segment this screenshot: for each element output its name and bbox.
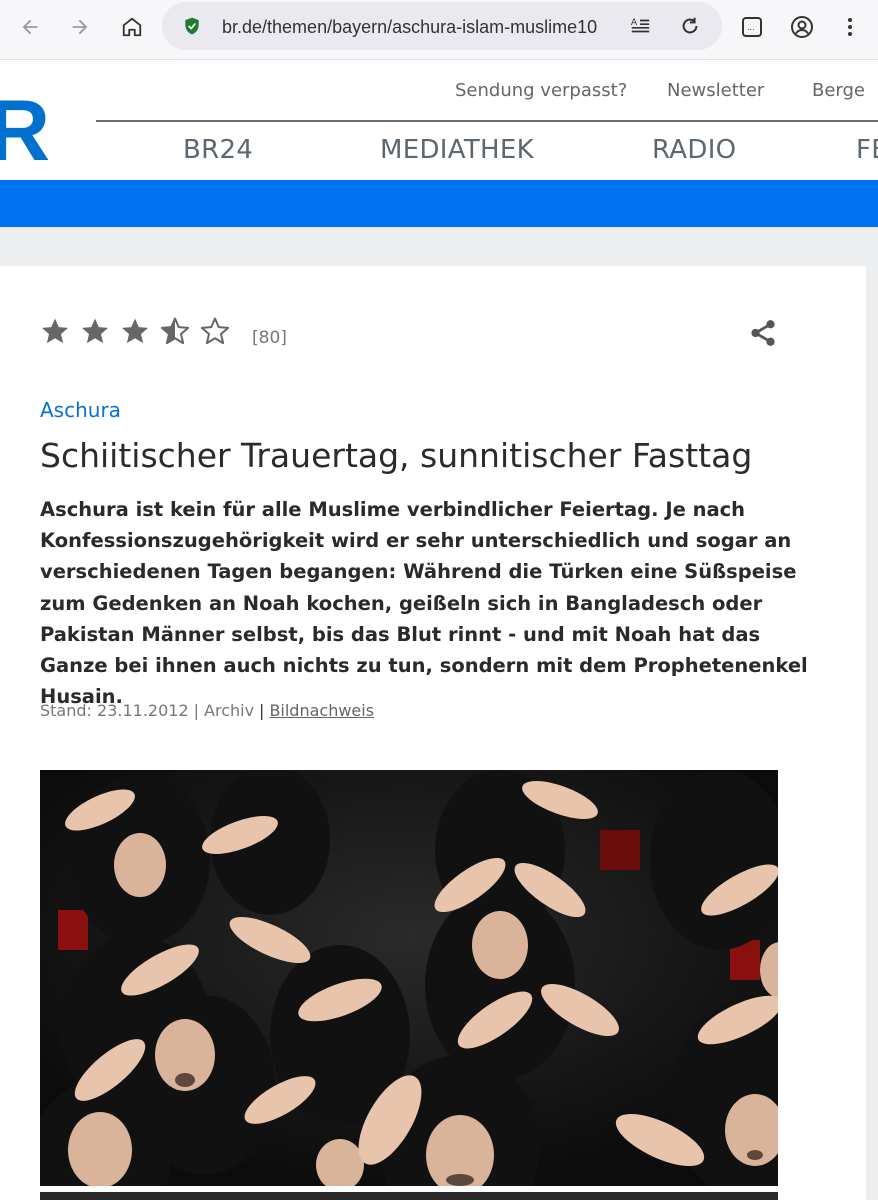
star-full-icon[interactable]: [40, 316, 70, 346]
star-rating[interactable]: [40, 316, 230, 346]
meta-separator: |: [259, 701, 265, 720]
browser-toolbar: br.de/themen/bayern/aschura-islam-muslim…: [0, 0, 878, 60]
nav-item-radio[interactable]: RADIO: [652, 135, 736, 165]
shield-check-icon[interactable]: [180, 14, 204, 38]
nav-item-br24[interactable]: BR24: [183, 135, 253, 165]
share-icon[interactable]: [748, 318, 778, 348]
archive-label: Archiv: [204, 701, 255, 720]
rating-count: [80]: [252, 328, 287, 348]
article-meta: Stand: 23.11.2012 | Archiv | Bildnachweis: [40, 701, 374, 720]
star-empty-icon[interactable]: [200, 316, 230, 346]
reader-mode-icon[interactable]: A: [628, 14, 652, 38]
star-full-icon[interactable]: [80, 316, 110, 346]
nav-item-fe[interactable]: FE: [856, 135, 878, 165]
meta-separator: |: [193, 701, 200, 720]
svg-text:...: ...: [747, 23, 755, 32]
top-link-berge[interactable]: Berge: [812, 80, 865, 101]
reload-icon[interactable]: [678, 14, 702, 38]
brand-band: [0, 180, 878, 227]
star-half-icon[interactable]: [160, 316, 190, 346]
arrow-right-icon[interactable]: [64, 11, 96, 43]
top-link-sendung-verpasst[interactable]: Sendung verpasst?: [455, 80, 627, 101]
tabs-icon[interactable]: ...: [736, 11, 768, 43]
arrow-left-icon[interactable]: [14, 11, 46, 43]
top-link-newsletter[interactable]: Newsletter: [667, 80, 764, 101]
url-text[interactable]: br.de/themen/bayern/aschura-islam-muslim…: [222, 17, 614, 38]
article-photo-graphic: [40, 770, 778, 1186]
article-image[interactable]: [40, 770, 778, 1186]
account-icon[interactable]: [786, 11, 818, 43]
svg-text:A: A: [631, 17, 638, 28]
article-teaser: Aschura ist kein für alle Muslime verbin…: [40, 498, 808, 709]
next-image-edge: [40, 1192, 778, 1200]
home-icon[interactable]: [116, 11, 148, 43]
header-divider: [96, 120, 878, 122]
publish-date: Stand: 23.11.2012: [40, 701, 189, 720]
star-full-icon[interactable]: [120, 316, 150, 346]
address-bar[interactable]: br.de/themen/bayern/aschura-islam-muslim…: [162, 2, 722, 50]
image-credits-link[interactable]: Bildnachweis: [269, 701, 374, 720]
nav-item-mediathek[interactable]: MEDIATHEK: [380, 135, 534, 165]
article-kicker[interactable]: Aschura: [40, 398, 121, 422]
more-vert-icon[interactable]: [834, 11, 866, 43]
br-logo[interactable]: R: [0, 88, 50, 174]
article-headline: Schiitischer Trauertag, sunnitischer Fas…: [40, 436, 753, 475]
